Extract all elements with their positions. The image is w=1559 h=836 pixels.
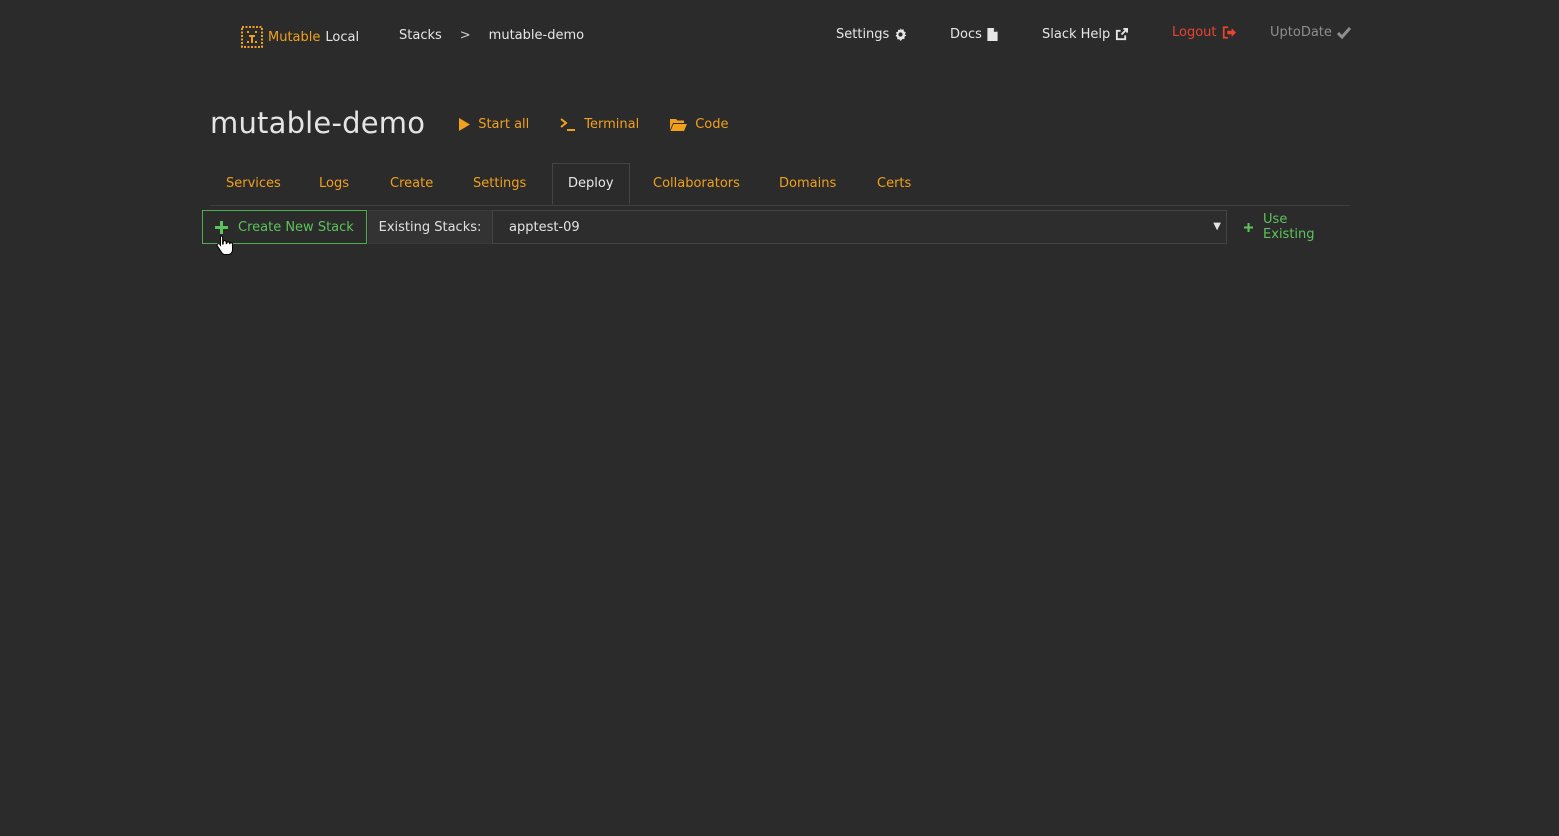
plus-icon — [1244, 222, 1254, 232]
gear-icon — [895, 28, 907, 41]
tab-create[interactable]: Create — [390, 163, 433, 205]
use-existing-button[interactable]: Use Existing — [1244, 210, 1319, 244]
hand-cursor-icon — [216, 235, 233, 255]
terminal-label: Terminal — [584, 117, 640, 132]
tab-services[interactable]: Services — [226, 163, 281, 205]
plus-icon — [215, 220, 228, 234]
nav-settings-label: Settings — [836, 27, 890, 42]
nav-logout-label: Logout — [1172, 25, 1217, 40]
selected-stack-value: apptest-09 — [509, 219, 580, 235]
breadcrumb-stacks-link[interactable]: Stacks — [399, 28, 442, 43]
start-all-button[interactable]: Start all — [459, 117, 529, 132]
tab-domains[interactable]: Domains — [779, 163, 836, 205]
create-new-stack-label: Create New Stack — [238, 219, 354, 235]
existing-stacks-label: Existing Stacks: — [368, 210, 492, 244]
start-all-label: Start all — [478, 117, 530, 132]
mutable-logo-icon — [241, 26, 263, 48]
folder-open-icon — [670, 119, 688, 131]
tab-collaborators[interactable]: Collaborators — [653, 163, 740, 205]
tab-certs[interactable]: Certs — [877, 163, 911, 205]
page-header: mutable-demo Start all Terminal Code — [210, 106, 729, 140]
sign-out-icon — [1222, 26, 1236, 39]
nav-docs-label: Docs — [950, 27, 982, 42]
check-icon — [1336, 26, 1351, 39]
play-icon — [459, 118, 471, 131]
breadcrumb-current[interactable]: mutable-demo — [489, 28, 584, 43]
existing-stacks-select[interactable]: apptest-09 ▼ — [492, 210, 1227, 244]
brand-link[interactable]: Mutable Local — [241, 26, 359, 48]
external-link-icon — [1116, 28, 1129, 41]
terminal-icon — [560, 118, 576, 131]
tab-settings[interactable]: Settings — [473, 163, 526, 205]
nav-settings-link[interactable]: Settings — [836, 27, 907, 42]
caret-down-icon: ▼ — [1213, 221, 1221, 232]
stack-tabs: Services Logs Create Settings Deploy Col… — [210, 163, 1350, 206]
nav-slack-help-label: Slack Help — [1042, 27, 1111, 42]
nav-slack-help-link[interactable]: Slack Help — [1042, 27, 1129, 42]
status-uptodate-label: UptoDate — [1270, 25, 1332, 40]
use-existing-label: Use Existing — [1263, 212, 1315, 242]
page-title: mutable-demo — [210, 106, 426, 140]
tab-deploy[interactable]: Deploy — [552, 163, 630, 205]
nav-docs-link[interactable]: Docs — [950, 27, 998, 42]
code-label: Code — [695, 117, 729, 132]
terminal-button[interactable]: Terminal — [560, 117, 639, 132]
code-button[interactable]: Code — [670, 117, 729, 132]
tab-logs[interactable]: Logs — [319, 163, 349, 205]
brand-name-accent: Mutable — [268, 29, 321, 45]
brand-name-rest: Local — [325, 29, 360, 45]
top-navbar: Mutable Local Stacks > mutable-demo Sett… — [0, 0, 1559, 72]
breadcrumb-separator: > — [459, 28, 471, 43]
nav-logout-link[interactable]: Logout — [1172, 25, 1236, 40]
breadcrumb: Stacks > mutable-demo — [399, 28, 584, 43]
document-icon — [987, 28, 998, 41]
status-uptodate: UptoDate — [1270, 25, 1351, 40]
